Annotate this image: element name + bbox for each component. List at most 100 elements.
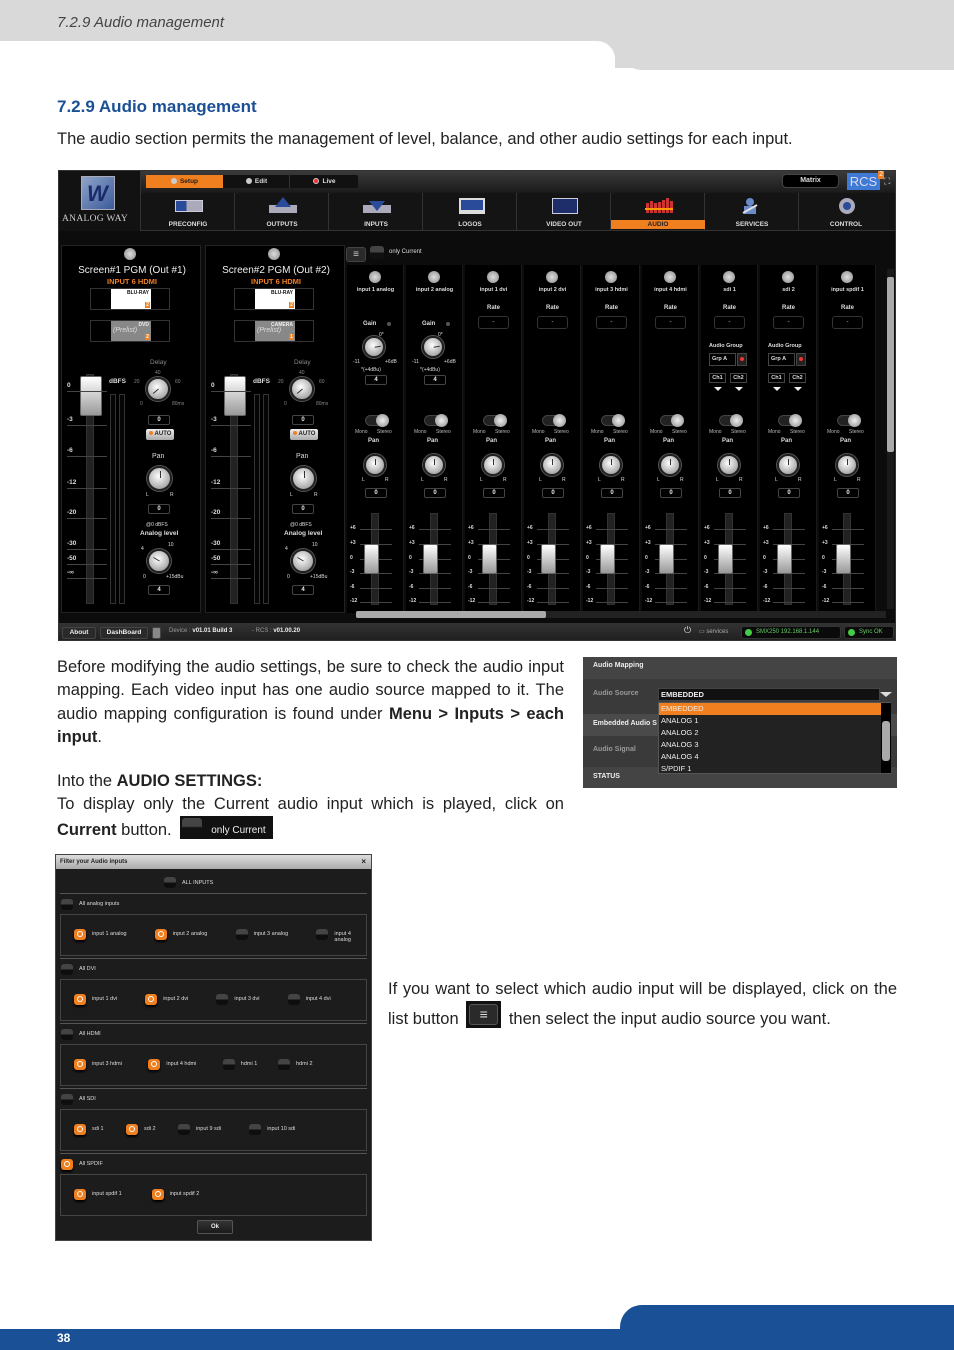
dashboard-button[interactable]: DashBoard	[100, 627, 148, 639]
strip-fader-handle[interactable]	[659, 544, 674, 574]
audio-source-option[interactable]: ANALOG 4	[659, 751, 881, 763]
mono-stereo-toggle[interactable]	[660, 414, 684, 427]
input-checkbox[interactable]	[316, 929, 329, 940]
delay-knob[interactable]	[290, 377, 314, 401]
analog-level-value[interactable]: 4	[148, 585, 170, 595]
mode-edit[interactable]: Edit	[224, 175, 290, 188]
strip-fader-handle[interactable]	[777, 544, 792, 574]
speaker-icon[interactable]	[268, 248, 280, 260]
group-checkbox[interactable]	[61, 1029, 73, 1040]
channel-1-button[interactable]: Ch1	[709, 373, 726, 383]
nav-logos[interactable]: LOGOS	[423, 193, 517, 231]
pan-knob[interactable]	[364, 454, 386, 476]
speaker-icon[interactable]	[428, 271, 440, 283]
nav-outputs[interactable]: OUTPUTS	[235, 193, 329, 231]
auto-button[interactable]: AUTO	[146, 429, 174, 440]
chevron-down-icon[interactable]	[880, 692, 892, 697]
mono-stereo-toggle[interactable]	[424, 414, 448, 427]
mono-stereo-toggle[interactable]	[837, 414, 861, 427]
preview-thumbnail[interactable]: DVD (Prelist) 2	[90, 320, 170, 342]
preview-thumbnail[interactable]: CAMERA (Prelist) 1	[234, 320, 314, 342]
mode-live[interactable]: Live	[291, 175, 358, 188]
only-current-toggle[interactable]	[370, 246, 384, 259]
group-checkbox[interactable]	[61, 899, 73, 910]
analog-level-knob[interactable]	[291, 549, 315, 573]
input-checkbox[interactable]	[154, 929, 167, 940]
pan-value[interactable]: 0	[483, 488, 505, 498]
about-button[interactable]: About	[62, 627, 96, 639]
pan-value[interactable]: 0	[292, 504, 314, 514]
input-checkbox[interactable]	[235, 929, 248, 940]
pan-value[interactable]: 0	[424, 488, 446, 498]
input-checkbox[interactable]	[278, 1059, 290, 1070]
mono-stereo-toggle[interactable]	[778, 414, 802, 427]
ok-button[interactable]: Ok	[197, 1220, 233, 1234]
pan-value[interactable]: 0	[660, 488, 682, 498]
scroll-thumb[interactable]	[356, 611, 546, 618]
nav-audio[interactable]: AUDIO	[611, 193, 705, 231]
delay-knob[interactable]	[146, 377, 170, 401]
delay-value[interactable]: 0	[148, 415, 170, 425]
input-checkbox[interactable]	[216, 994, 229, 1005]
input-checkbox[interactable]	[74, 994, 86, 1005]
speaker-icon[interactable]	[487, 271, 499, 283]
gain-value[interactable]: 4	[424, 375, 446, 385]
mono-stereo-toggle[interactable]	[483, 414, 507, 427]
channel-2-dropdown-icon[interactable]	[794, 387, 802, 391]
gain-knob[interactable]	[422, 336, 444, 358]
pan-knob[interactable]	[600, 454, 622, 476]
program-thumbnail[interactable]: BLU-RAY 2	[234, 288, 314, 310]
analog-level-value[interactable]: 4	[292, 585, 314, 595]
speaker-icon[interactable]	[782, 271, 794, 283]
input-checkbox[interactable]	[249, 1124, 262, 1135]
group-checkbox[interactable]	[61, 964, 73, 975]
screenshot-icon[interactable]	[152, 627, 161, 639]
fullscreen-icon[interactable]: ⛶	[884, 176, 890, 187]
speaker-icon[interactable]	[546, 271, 558, 283]
audio-group-select[interactable]: Grp A	[709, 353, 736, 366]
input-checkbox[interactable]	[222, 1059, 235, 1070]
pan-knob[interactable]	[659, 454, 681, 476]
vertical-scrollbar[interactable]	[887, 269, 894, 609]
pan-value[interactable]: 0	[542, 488, 564, 498]
pan-knob[interactable]	[777, 454, 799, 476]
speaker-icon[interactable]	[841, 271, 853, 283]
input-checkbox[interactable]	[74, 929, 86, 940]
delay-value[interactable]: 0	[292, 415, 314, 425]
pan-knob[interactable]	[423, 454, 445, 476]
options-scrollbar[interactable]	[881, 703, 891, 773]
input-checkbox[interactable]	[74, 1189, 86, 1200]
mono-stereo-toggle[interactable]	[719, 414, 743, 427]
speaker-icon[interactable]	[369, 271, 381, 283]
pan-value[interactable]: 0	[365, 488, 387, 498]
channel-1-dropdown-icon[interactable]	[773, 387, 781, 391]
channel-2-button[interactable]: Ch2	[789, 373, 806, 383]
services-status[interactable]: ▭ services	[699, 628, 728, 635]
master-fader-handle[interactable]	[80, 376, 102, 416]
pan-knob[interactable]	[541, 454, 563, 476]
speaker-icon[interactable]	[124, 248, 136, 260]
mono-stereo-toggle[interactable]	[542, 414, 566, 427]
pan-value[interactable]: 0	[837, 488, 859, 498]
close-icon[interactable]: ×	[361, 855, 366, 869]
pan-value[interactable]: 0	[601, 488, 623, 498]
channel-1-button[interactable]: Ch1	[768, 373, 785, 383]
speaker-icon[interactable]	[664, 271, 676, 283]
pan-value[interactable]: 0	[719, 488, 741, 498]
nav-video-out[interactable]: VIDEO OUT	[517, 193, 611, 231]
nav-inputs[interactable]: INPUTS	[329, 193, 423, 231]
pan-knob[interactable]	[718, 454, 740, 476]
scroll-thumb[interactable]	[887, 277, 894, 452]
power-icon[interactable]: ⏻	[684, 625, 691, 636]
input-checkbox[interactable]	[126, 1124, 138, 1135]
speaker-icon[interactable]	[605, 271, 617, 283]
strip-fader-handle[interactable]	[482, 544, 497, 574]
input-checkbox[interactable]	[145, 994, 158, 1005]
audio-source-select[interactable]: EMBEDDED	[658, 688, 880, 701]
audio-source-option[interactable]: EMBEDDED	[659, 703, 881, 715]
pan-knob[interactable]	[836, 454, 858, 476]
matrix-button[interactable]: Matrix	[782, 174, 839, 188]
analog-level-knob[interactable]	[147, 549, 171, 573]
pan-value[interactable]: 0	[148, 504, 170, 514]
scroll-thumb[interactable]	[882, 721, 890, 761]
